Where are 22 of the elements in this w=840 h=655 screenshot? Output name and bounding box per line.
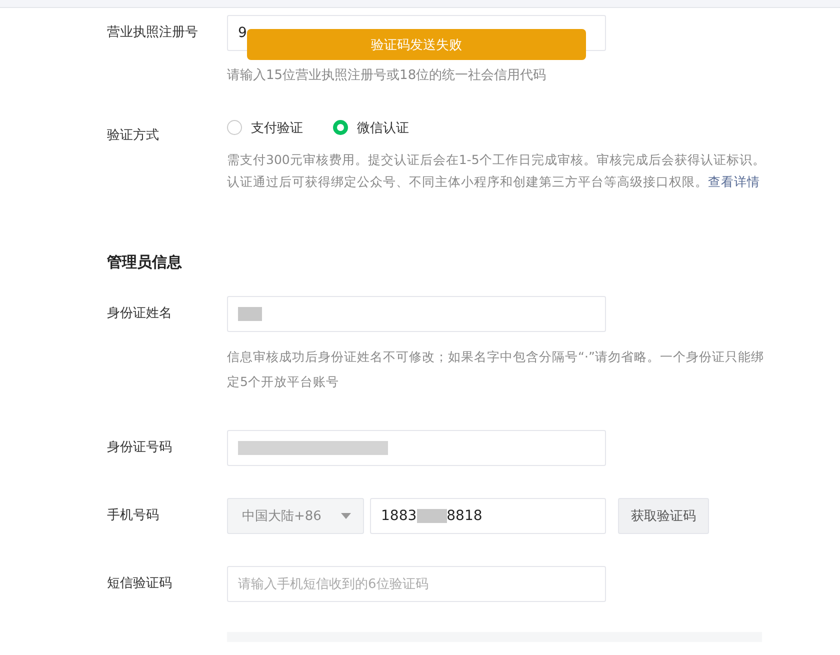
- description-text: 需支付300元审核费用。提交认证后会在1-5个工作日完成审核。审核完成后会获得认证标识。认证通过后可获得绑定公众号、不同主体小程序和创建第三方平台等高级接口权限。查看详情: [227, 151, 766, 191]
- radio-option[interactable]: 微信认证: [333, 118, 409, 136]
- error-toast: 验证码发送失败: [247, 29, 586, 60]
- blurred-text-icon: [238, 441, 388, 455]
- get-code-button[interactable]: 获取验证码: [618, 498, 709, 534]
- field-label: 验证方式: [107, 127, 160, 145]
- input-field[interactable]: 请输入手机短信收到的6位验证码: [227, 566, 606, 602]
- input-field[interactable]: [227, 296, 606, 332]
- section-title: 管理员信息: [107, 253, 183, 272]
- input-field[interactable]: [227, 430, 606, 466]
- field-label: 手机号码: [107, 507, 160, 525]
- hint-text: 信息审核成功后身份证姓名不可修改；如果名字中包含分隔号“·”请勿省略。一个身份证只能绑定5个开放平台账号: [227, 348, 765, 391]
- caret-icon: [341, 513, 351, 519]
- hint-text: 请输入15位营业执照注册号或18位的统一社会信用代码: [227, 67, 548, 85]
- details-link[interactable]: 查看详情: [708, 174, 760, 189]
- field-label: 身份证号码: [107, 439, 173, 457]
- field-label: 短信验证码: [107, 575, 173, 593]
- field-label: 营业执照注册号: [107, 24, 199, 42]
- phone-field[interactable]: 1883 8818: [370, 498, 606, 534]
- radio-option[interactable]: 支付验证: [227, 118, 303, 136]
- blurred-text-icon: [238, 307, 262, 321]
- field-label: 身份证姓名: [107, 305, 173, 323]
